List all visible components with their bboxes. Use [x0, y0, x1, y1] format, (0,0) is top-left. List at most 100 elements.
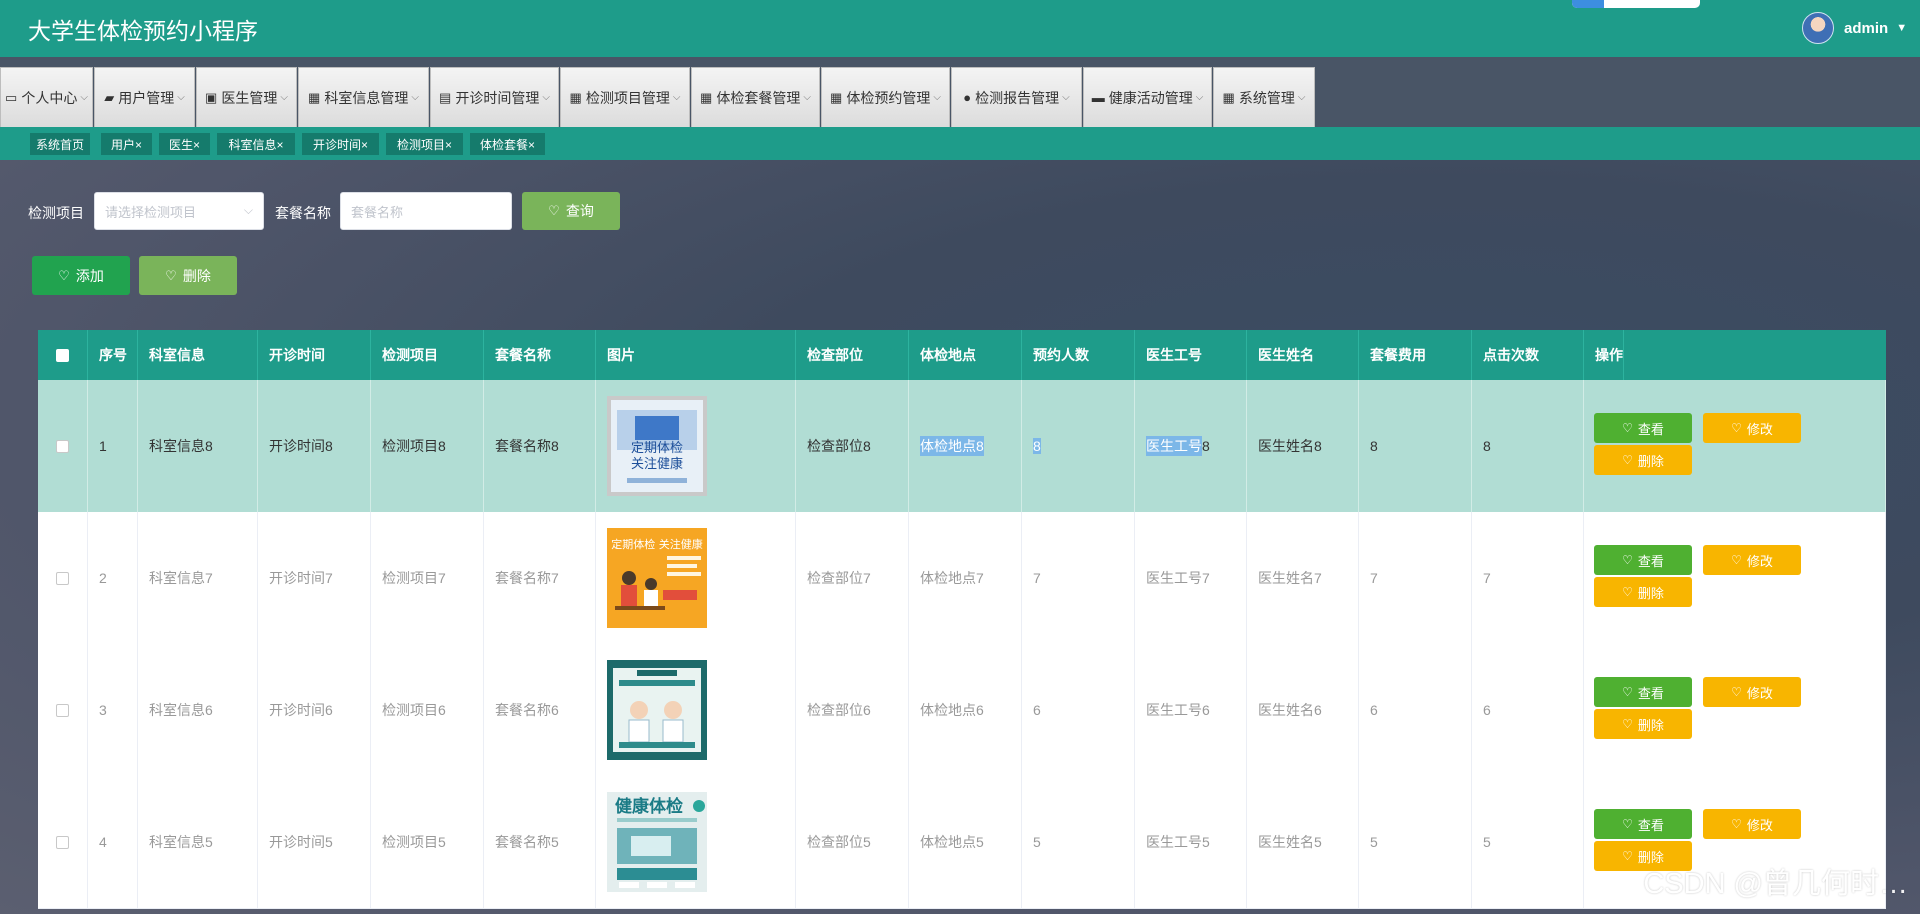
menu-item-label: 科室信息管理	[324, 89, 409, 106]
user-avatar[interactable]	[1802, 12, 1834, 44]
delete-button[interactable]: ♡ 删除	[1594, 445, 1692, 475]
cell-time: 开诊时间5	[258, 776, 371, 908]
heart-icon: ♡	[1622, 421, 1633, 435]
menu-item-9[interactable]: ▬ 健康活动管理 ⌵	[1083, 67, 1212, 127]
cell-part: 检查部位8	[796, 380, 909, 512]
user-name[interactable]: admin	[1844, 20, 1888, 37]
cell-item: 检测项目5	[371, 776, 484, 908]
view-button-label: 查看	[1637, 553, 1664, 569]
cell-doc_id: 医生工号5	[1135, 776, 1247, 908]
view-button[interactable]: ♡ 查看	[1594, 545, 1692, 575]
tab-tag-5[interactable]: 检测项目×	[386, 133, 463, 155]
tab-tag-3[interactable]: 科室信息×	[217, 133, 295, 155]
cell-clicks: 8	[1472, 380, 1584, 512]
cell-doc_id: 医生工号7	[1135, 512, 1247, 644]
menu-item-10[interactable]: ▦ 系统管理 ⌵	[1213, 67, 1315, 127]
delete-button[interactable]: ♡ 删除	[1594, 709, 1692, 739]
menu-item-label: 检测报告管理	[975, 89, 1060, 106]
table-row[interactable]: 3 科室信息6 开诊时间6 检测项目6 套餐名称6 检查部位6 体检地点6 6 医生工号6 医生姓…	[38, 644, 1886, 777]
tab-tag-4[interactable]: 开诊时间×	[302, 133, 379, 155]
actions-cell: ♡ 查看 ♡ 修改 ♡ 删除	[1584, 512, 1886, 644]
column-header: 医生工号	[1135, 330, 1247, 380]
row-checkbox[interactable]	[56, 439, 69, 453]
menu-item-7[interactable]: ▦ 体检预约管理 ⌵	[821, 67, 950, 127]
heart-icon: ♡	[1622, 453, 1633, 467]
batch-delete-label: 删除	[182, 267, 211, 284]
menu-item-6[interactable]: ▦ 体检套餐管理 ⌵	[691, 67, 820, 127]
filter-item-label: 检测项目	[28, 205, 84, 221]
view-button[interactable]: ♡ 查看	[1594, 677, 1692, 707]
cell-item: 检测项目8	[371, 380, 484, 512]
svg-text:关注健康: 关注健康	[631, 456, 683, 472]
cell-doc_name: 医生姓名8	[1247, 380, 1359, 512]
table-row[interactable]: 1 科室信息8 开诊时间8 检测项目8 套餐名称8 定期体检 关注健康 检查部位8 体检地点8 8…	[38, 380, 1886, 513]
row-checkbox[interactable]	[56, 571, 69, 585]
query-button[interactable]: ♡ 查询	[522, 192, 620, 230]
column-header: 医生姓名	[1247, 330, 1359, 380]
view-button-label: 查看	[1637, 817, 1664, 833]
row-checkbox[interactable]	[56, 835, 69, 849]
menu-item-5[interactable]: ▦ 检测项目管理 ⌵	[560, 67, 690, 127]
add-label: 添加	[75, 267, 104, 284]
grid-icon: ▦	[830, 89, 843, 105]
cell-part: 检查部位5	[796, 776, 909, 908]
heart-icon: ♡	[1622, 585, 1633, 599]
edit-button[interactable]: ♡ 修改	[1703, 677, 1801, 707]
view-button[interactable]: ♡ 查看	[1594, 413, 1692, 443]
package-name-placeholder: 套餐名称	[351, 204, 404, 220]
row-checkbox[interactable]	[56, 703, 69, 717]
edit-button-label: 修改	[1746, 817, 1773, 833]
table-row[interactable]: 2 科室信息7 开诊时间7 检测项目7 套餐名称7 定期体检 关注健康 检查部位7 体检地点7…	[38, 512, 1886, 645]
package-name-input[interactable]: 套餐名称	[340, 192, 512, 230]
delete-button[interactable]: ♡ 删除	[1594, 577, 1692, 607]
cell-dept: 科室信息8	[138, 380, 258, 512]
cell-fee: 8	[1359, 380, 1472, 512]
heart-icon: ♡	[548, 203, 560, 218]
grid-icon: ▦	[569, 89, 582, 105]
menu-item-4[interactable]: ▤ 开诊时间管理 ⌵	[430, 67, 559, 127]
heart-icon: ♡	[1731, 553, 1742, 567]
edit-button[interactable]: ♡ 修改	[1703, 545, 1801, 575]
menu-item-8[interactable]: ● 检测报告管理 ⌵	[951, 67, 1082, 127]
tab-tag-1[interactable]: 用户×	[101, 133, 152, 155]
cell-dept: 科室信息5	[138, 776, 258, 908]
query-label: 查询	[565, 203, 594, 219]
table-row[interactable]: 4 科室信息5 开诊时间5 检测项目5 套餐名称5 健康体检 检查部位5 体检地点5 5 医生工号…	[38, 776, 1886, 909]
heart-icon: ♡	[1622, 685, 1633, 699]
text-selection-rest: 8	[1202, 438, 1210, 454]
menu-item-3[interactable]: ▦ 科室信息管理 ⌵	[298, 67, 429, 127]
cell-doc_id: 医生工号 8	[1135, 380, 1247, 512]
main-menu: ▭ 个人中心 ⌵ ▰ 用户管理 ⌵ ▣ 医生管理 ⌵ ▦ 科室信息管理 ⌵ ▤ 开诊时间管理 ⌵ ▦ 检测项目管…	[0, 57, 1920, 127]
select-all-checkbox[interactable]	[56, 348, 69, 362]
tab-tag-2[interactable]: 医生×	[159, 133, 210, 155]
chevron-down-icon: ⌵	[280, 92, 288, 103]
tab-tag-0[interactable]: 系统首页	[30, 133, 90, 155]
edit-button-label: 修改	[1746, 421, 1773, 437]
cell-doc_name: 医生姓名7	[1247, 512, 1359, 644]
add-button[interactable]: ♡ 添加	[32, 256, 130, 295]
edit-button[interactable]: ♡ 修改	[1703, 413, 1801, 443]
monitor-icon: ▭	[5, 89, 18, 105]
edit-button[interactable]: ♡ 修改	[1703, 809, 1801, 839]
comment-icon: ▤	[439, 89, 452, 105]
menu-item-0[interactable]: ▭ 个人中心 ⌵	[0, 67, 93, 127]
cell-pkg: 套餐名称5	[484, 776, 596, 908]
item-select[interactable]: 请选择检测项目 ⌵	[94, 192, 264, 230]
tab-tag-6[interactable]: 体检套餐×	[470, 133, 545, 155]
view-button[interactable]: ♡ 查看	[1594, 809, 1692, 839]
watermark: CSDN @曾几何时…	[1643, 868, 1908, 900]
menu-item-label: 医生管理	[221, 89, 278, 106]
cell-pkg: 套餐名称6	[484, 644, 596, 776]
user-menu[interactable]: admin ▼	[1802, 12, 1907, 44]
top-header: 大学生体检预约小程序 admin ▼	[0, 0, 1920, 57]
batch-delete-button[interactable]: ♡ 删除	[139, 256, 237, 295]
user-icon: ●	[963, 90, 972, 105]
cell-place: 体检地点7	[909, 512, 1022, 644]
menu-item-1[interactable]: ▰ 用户管理 ⌵	[94, 67, 195, 127]
heart-icon: ♡	[1731, 421, 1742, 435]
cell-doc_name: 医生姓名5	[1247, 776, 1359, 908]
caret-down-icon[interactable]: ▼	[1896, 22, 1907, 34]
menu-item-2[interactable]: ▣ 医生管理 ⌵	[196, 67, 297, 127]
chevron-down-icon: ⌵	[80, 92, 88, 103]
cell-part: 检查部位6	[796, 644, 909, 776]
